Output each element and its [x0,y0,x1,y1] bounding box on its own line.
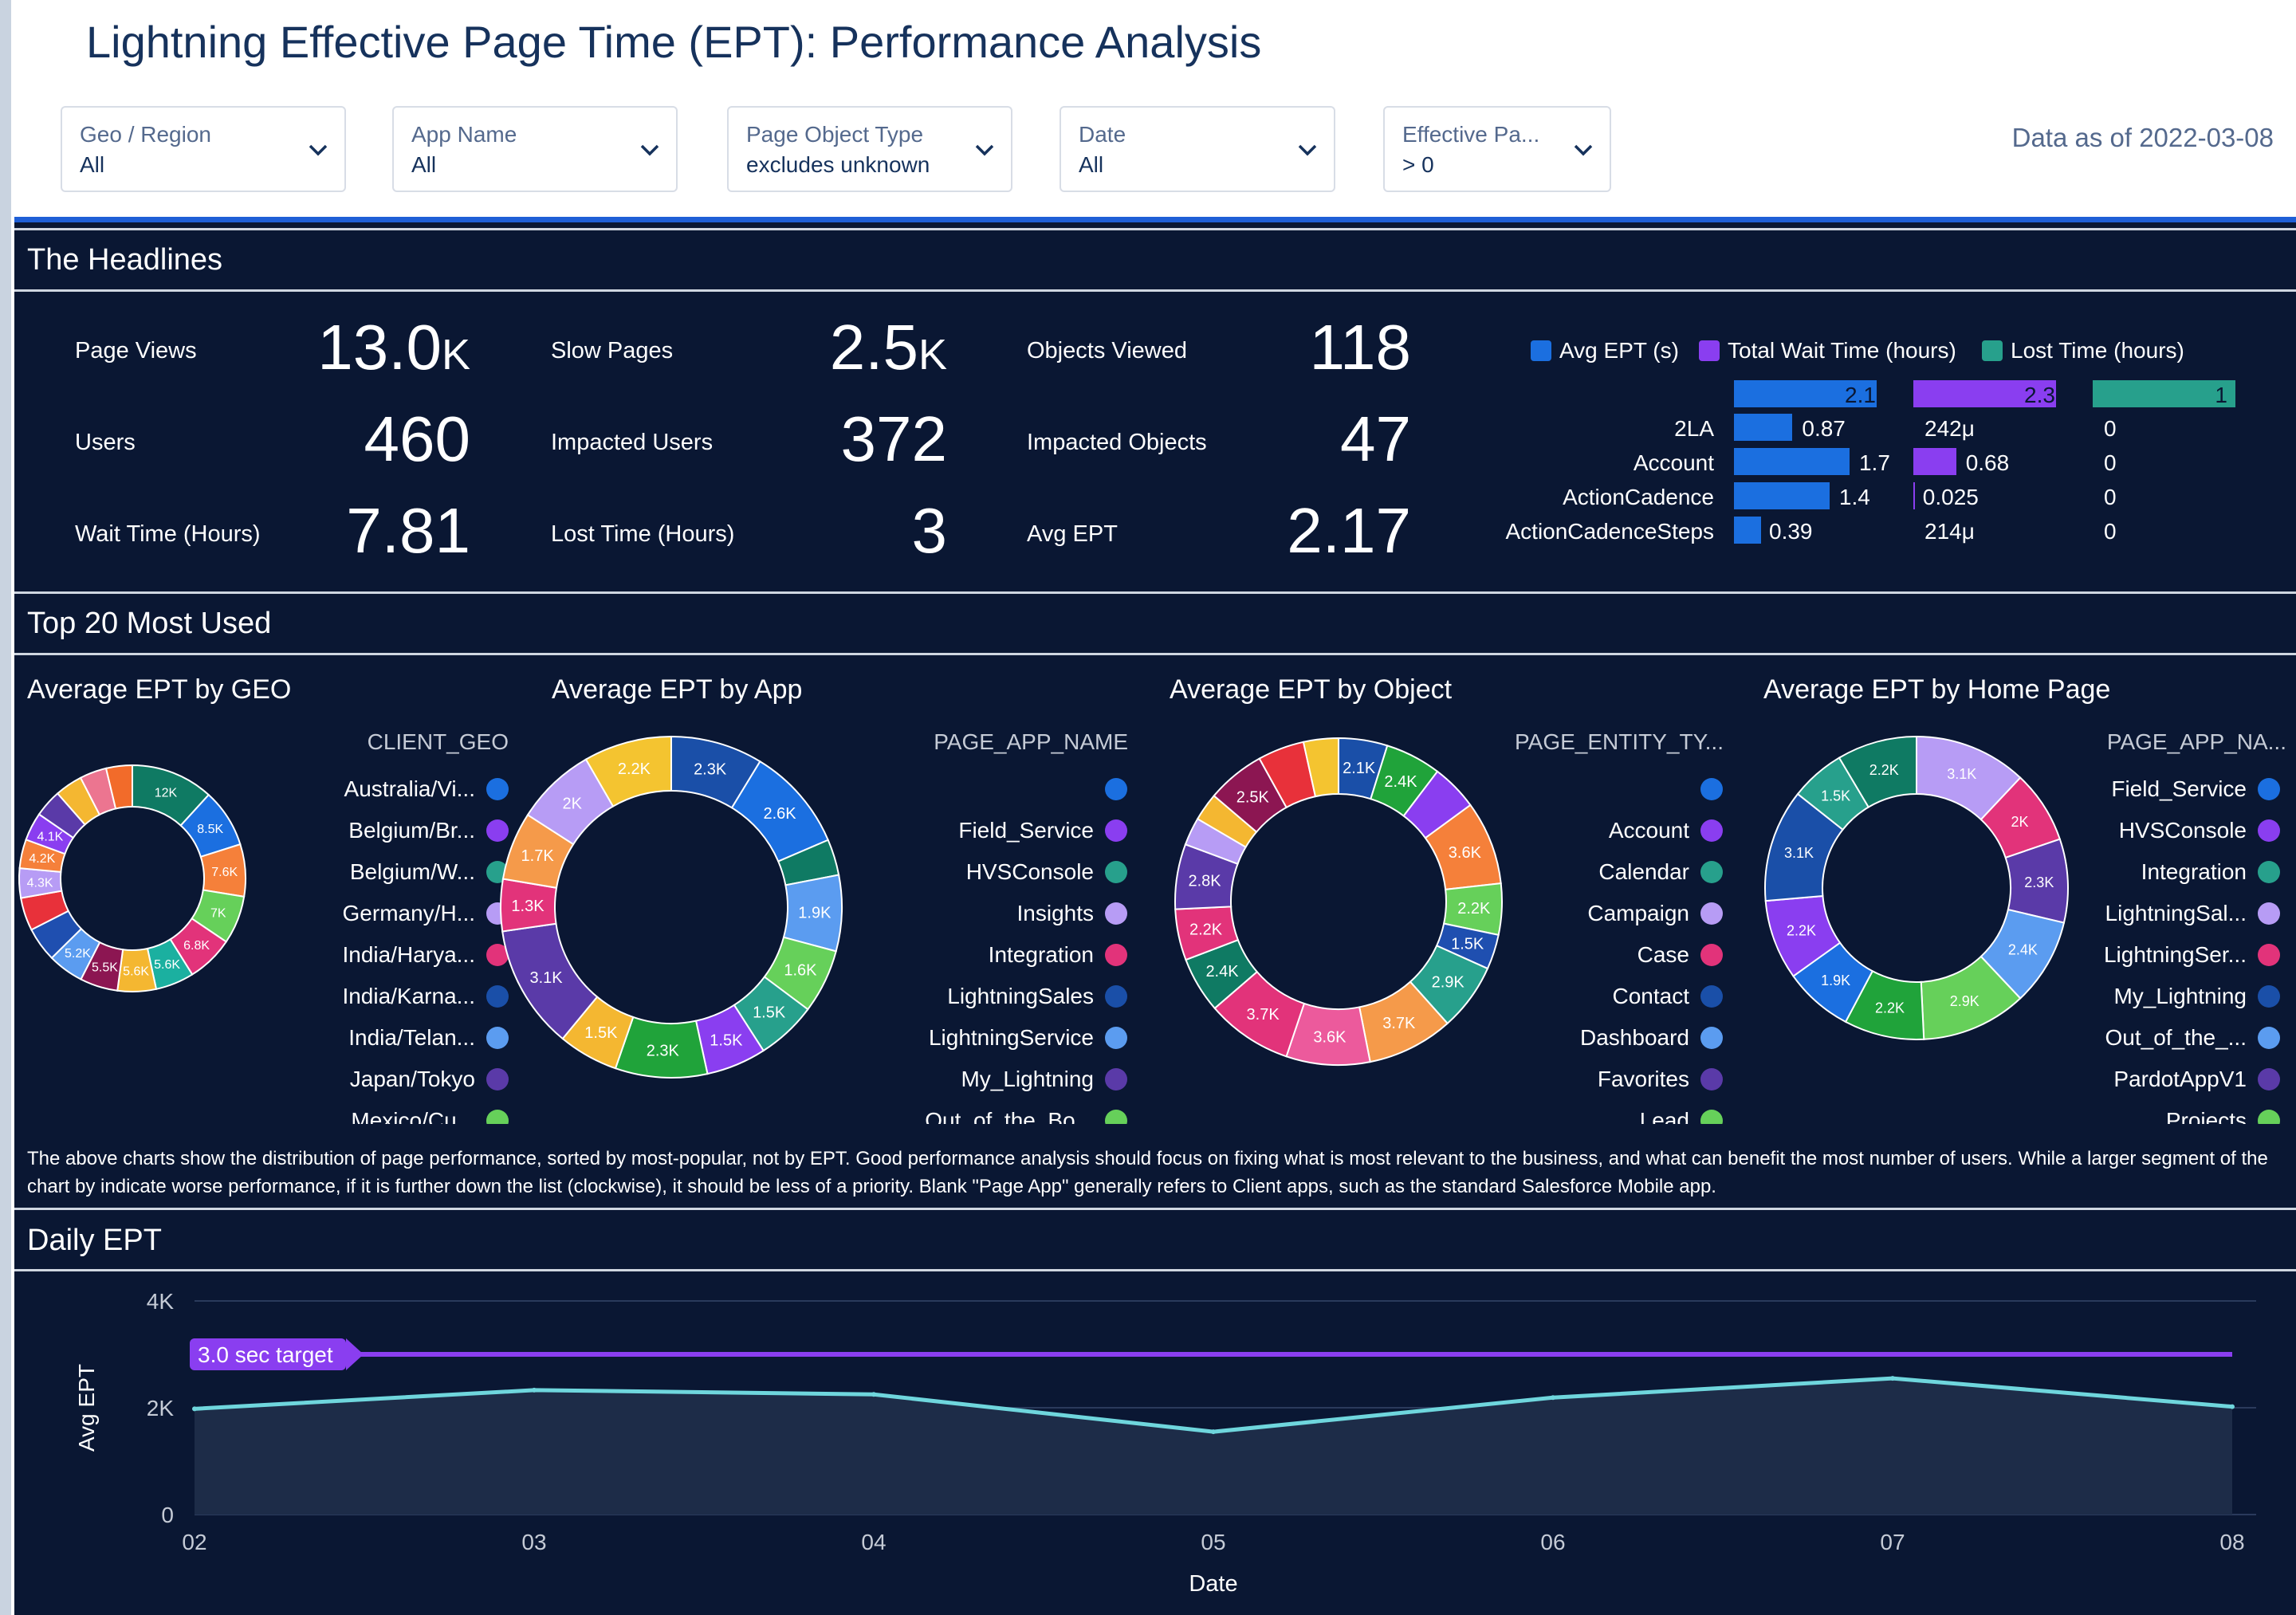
data-point[interactable] [871,1392,876,1397]
target-label: 3.0 sec target [198,1342,333,1367]
data-point[interactable] [192,1406,197,1412]
target-badge-arrow [346,1338,364,1370]
data-point[interactable] [2230,1404,2235,1409]
legend-dot [2258,861,2280,883]
legend-dot [2258,778,2280,800]
legend-dot [2258,1110,2280,1124]
top20-explanation-note: The above charts show the distribution o… [27,1148,2268,1197]
legend-dot [2258,944,2280,966]
daily-ept-chart: 0 2K 4K 3.0 sec target 02 03 04 05 06 07 08 Date Avg… [74,1289,2256,1597]
legend-item-label: HVSConsole [2118,818,2247,843]
slice-label: 3.1K [1947,766,1976,782]
y-axis-title: Avg EPT [74,1364,99,1452]
x-tick-label: 03 [521,1530,546,1554]
legend-item-label: Projects [2165,1108,2247,1124]
legend-item-label: Out_of_the_... [2105,1025,2247,1050]
slice-label: 3.1K [1784,845,1814,861]
x-tick-label: 06 [1540,1530,1565,1554]
area-fill [195,1378,2232,1515]
x-axis-title: Date [1189,1571,1237,1597]
legend-item-label: LightningSal... [2105,901,2247,925]
data-point[interactable] [1211,1429,1216,1435]
legend-dot [2258,902,2280,925]
slice-label: 2.4K [2008,941,2038,957]
x-tick-label: 04 [861,1530,886,1554]
legend-dot [2258,1068,2280,1090]
legend-item-label: Integration [2141,859,2247,884]
data-point[interactable] [532,1387,537,1393]
dashboard-root: Lightning Effective Page Time (EPT): Per… [0,0,2296,1615]
legend-dot [2258,985,2280,1008]
legend-item-label: My_Lightning [2113,984,2247,1008]
x-tick-label: 05 [1201,1530,1225,1554]
data-point[interactable] [1890,1376,1895,1381]
slice-label: 2.2K [1875,1000,1905,1016]
daily-section-title: Daily EPT [27,1224,162,1257]
slice-label: 1.9K [1821,973,1850,988]
donut-chart-4: 3.1K 2K 2.3K 2.4K 2.9K 2.2K 1.9K 2.2K 3.1K 1.5K 2.… [1764,735,2069,1040]
legend-dot [2258,1027,2280,1049]
slice-label: 2K [2011,814,2028,830]
slice-label: 2.2K [1869,762,1899,778]
x-tick-label: 08 [2219,1530,2244,1554]
legend-item-label: LightningSer... [2103,942,2247,967]
legend-item-label: Field_Service [2111,776,2247,801]
legend-dot [2258,819,2280,842]
y-tick-label: 4K [147,1289,175,1314]
slice-label: 2.3K [2024,874,2054,890]
x-tick-label: 07 [1880,1530,1905,1554]
slice-label: 2.9K [1950,993,1980,1009]
slice-label: 2.2K [1787,923,1816,939]
daily-section-header [14,1208,2296,1271]
y-tick-label: 2K [147,1396,175,1420]
legend-item-label: PardotAppV1 [2113,1067,2247,1091]
slice-label: 1.5K [1821,788,1850,804]
x-tick-label: 02 [182,1530,206,1554]
y-tick-label: 0 [161,1503,174,1527]
data-point[interactable] [1551,1395,1555,1401]
